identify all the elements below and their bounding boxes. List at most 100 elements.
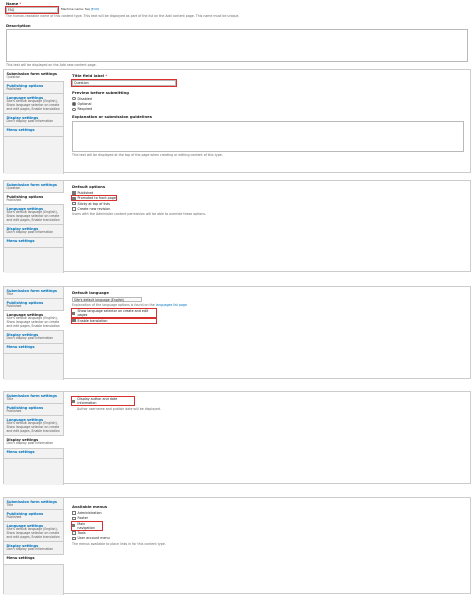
tab-display-settings[interactable]: Display settings Don't display post info… [4, 225, 63, 238]
tab-publishing-options[interactable]: Publishing options Published [4, 404, 63, 417]
tab-language-settings[interactable]: Language settings Site's default languag… [4, 522, 63, 543]
tab-summary: Question [6, 74, 21, 79]
tab-submission-form-settings[interactable]: Submission form settings Title [4, 392, 63, 405]
tab-publishing-options[interactable]: Publishing options Published [4, 510, 63, 523]
option-enable-translation[interactable]: Enable translation [71, 317, 157, 324]
publishing-pane: Default options Published Promoted to fr… [71, 184, 464, 217]
option-new-revision[interactable]: Create new revision [72, 207, 464, 211]
tab-title: Menu settings [6, 450, 35, 455]
vertical-tabs-panel-submission: Submission form settings Question Publis… [3, 69, 471, 174]
publishing-help: Users with the Administer content permis… [72, 212, 207, 217]
tab-summary: Title [6, 502, 14, 507]
option-published[interactable]: Published [72, 191, 464, 195]
title-label-row: Title field label * [72, 73, 464, 79]
name-input[interactable]: FAQ [5, 6, 59, 14]
menu-option-user-account[interactable]: User account menu [72, 536, 464, 540]
tab-summary: Don't display post information [6, 336, 54, 341]
language-help-text: Explanation of the language options is f… [72, 303, 156, 308]
tab-language-settings[interactable]: Language settings Site's default languag… [4, 205, 63, 226]
tab-title: Submission form settings [6, 499, 57, 504]
tab-language-settings[interactable]: Language settings Site's default languag… [4, 416, 63, 437]
vertical-tabs-list: Submission form settings Question Publis… [4, 181, 64, 273]
tab-title: Submission form settings [6, 393, 57, 398]
tab-language-settings[interactable]: Language settings Site's default languag… [4, 94, 63, 115]
tab-summary: Don't display post information [6, 119, 54, 124]
tab-language-settings[interactable]: Language settings Site's default languag… [4, 311, 64, 332]
description-textarea[interactable] [6, 29, 468, 62]
tab-publishing-options[interactable]: Publishing options Published [4, 299, 63, 312]
tab-publishing-options[interactable]: Publishing options Published [4, 193, 64, 206]
menu-option-footer[interactable]: Footer [72, 516, 464, 520]
preview-option-required[interactable]: Required [72, 107, 464, 111]
tab-menu-settings[interactable]: Menu settings [4, 449, 63, 459]
tab-summary: Site's default language (English), Show … [6, 210, 60, 223]
tab-summary: Published [6, 198, 22, 203]
option-sticky[interactable]: Sticky at top of lists [72, 202, 464, 206]
machine-name-text: Machine name: faq [61, 7, 90, 11]
option-label: Published [77, 190, 94, 195]
tab-submission-form-settings[interactable]: Submission form settings Title [4, 287, 63, 300]
tab-title: Menu settings [6, 345, 35, 350]
option-label: Required [77, 107, 93, 112]
option-label: Footer [77, 516, 89, 521]
tab-title: Menu settings [6, 239, 35, 244]
checkbox-icon [72, 201, 76, 206]
checkbox-icon [72, 311, 76, 316]
preview-option-optional[interactable]: Optional [72, 102, 464, 106]
tab-summary: Don't display post information [6, 547, 54, 552]
tab-display-settings[interactable]: Display settings Don't display post info… [4, 331, 63, 344]
tab-summary: Don't display post information [6, 230, 54, 235]
title-field-label: Title field label [72, 73, 105, 78]
checkbox-icon [72, 516, 76, 521]
display-pane: Display author and date information Auth… [71, 396, 464, 411]
guidelines-help: This text will be displayed at the top o… [72, 153, 223, 158]
guidelines-label: Explanation or submission guidelines [72, 114, 152, 120]
option-label: Display author and date information [77, 397, 118, 406]
guidelines-textarea[interactable] [72, 121, 464, 153]
radio-icon [72, 107, 76, 112]
default-language-select[interactable]: Site's default language (English) [72, 296, 142, 303]
vertical-tabs-panel-language: Submission form settings Title Publishin… [3, 286, 471, 380]
vertical-tabs-panel-menu: Submission form settings Title Publishin… [3, 497, 471, 595]
vertical-tabs-list: Submission form settings Title Publishin… [4, 392, 64, 485]
menu-option-main-navigation[interactable]: Main navigation [71, 520, 103, 531]
title-label-input[interactable]: Question [71, 78, 177, 87]
tab-submission-form-settings[interactable]: Submission form settings Title [4, 498, 63, 511]
default-language-label: Default language [72, 290, 109, 295]
tab-publishing-options[interactable]: Publishing options Published [4, 82, 63, 95]
select-value: Site's default language (English) [74, 297, 125, 302]
tab-menu-settings[interactable]: Menu settings [4, 344, 63, 354]
tab-summary: Published [6, 87, 22, 92]
tab-summary: Published [6, 409, 22, 414]
checkbox-icon [72, 318, 76, 323]
tab-display-settings[interactable]: Display settings Don't display post info… [4, 436, 64, 449]
tab-menu-settings[interactable]: Menu settings [4, 127, 63, 137]
tab-submission-form-settings[interactable]: Submission form settings Question [4, 70, 64, 83]
language-help: Explanation of the language options is f… [72, 303, 464, 307]
tab-summary: Don't display post information [6, 441, 54, 446]
option-label: Administration [77, 510, 102, 515]
machine-name-edit-link[interactable]: [Edit] [91, 7, 99, 11]
tab-display-settings[interactable]: Display settings Don't display post info… [4, 542, 63, 555]
name-label-text: Name [6, 1, 19, 6]
machine-name: Machine name: faq [Edit] [61, 7, 99, 12]
tab-display-settings[interactable]: Display settings Don't display post info… [4, 114, 63, 127]
tab-submission-form-settings[interactable]: Submission form settings Question [4, 181, 63, 194]
languages-list-link[interactable]: languages list page [156, 303, 187, 307]
menu-option-tools[interactable]: Tools [72, 531, 464, 535]
vertical-tabs-panel-publishing: Submission form settings Question Publis… [3, 180, 471, 273]
tab-summary: Question [6, 185, 21, 190]
available-menus-label: Available menus [72, 504, 108, 509]
menu-option-administration[interactable]: Administration [72, 511, 464, 515]
option-promoted[interactable]: Promoted to front page [71, 195, 117, 202]
option-display-author-date[interactable]: Display author and date information [71, 396, 135, 407]
menu-pane: Available menus Administration Footer Ma… [71, 504, 464, 546]
option-show-language-selector[interactable]: Show language selector on create and edi… [71, 308, 157, 319]
option-label: Promoted to front page [77, 196, 116, 201]
checkbox-icon [72, 207, 76, 211]
preview-option-disabled[interactable]: Disabled [72, 97, 464, 101]
tab-menu-settings[interactable]: Menu settings [4, 554, 64, 565]
tab-menu-settings[interactable]: Menu settings [4, 238, 63, 248]
checkbox-icon [72, 196, 76, 201]
description-help: This text will be displayed on the Add n… [6, 63, 97, 67]
